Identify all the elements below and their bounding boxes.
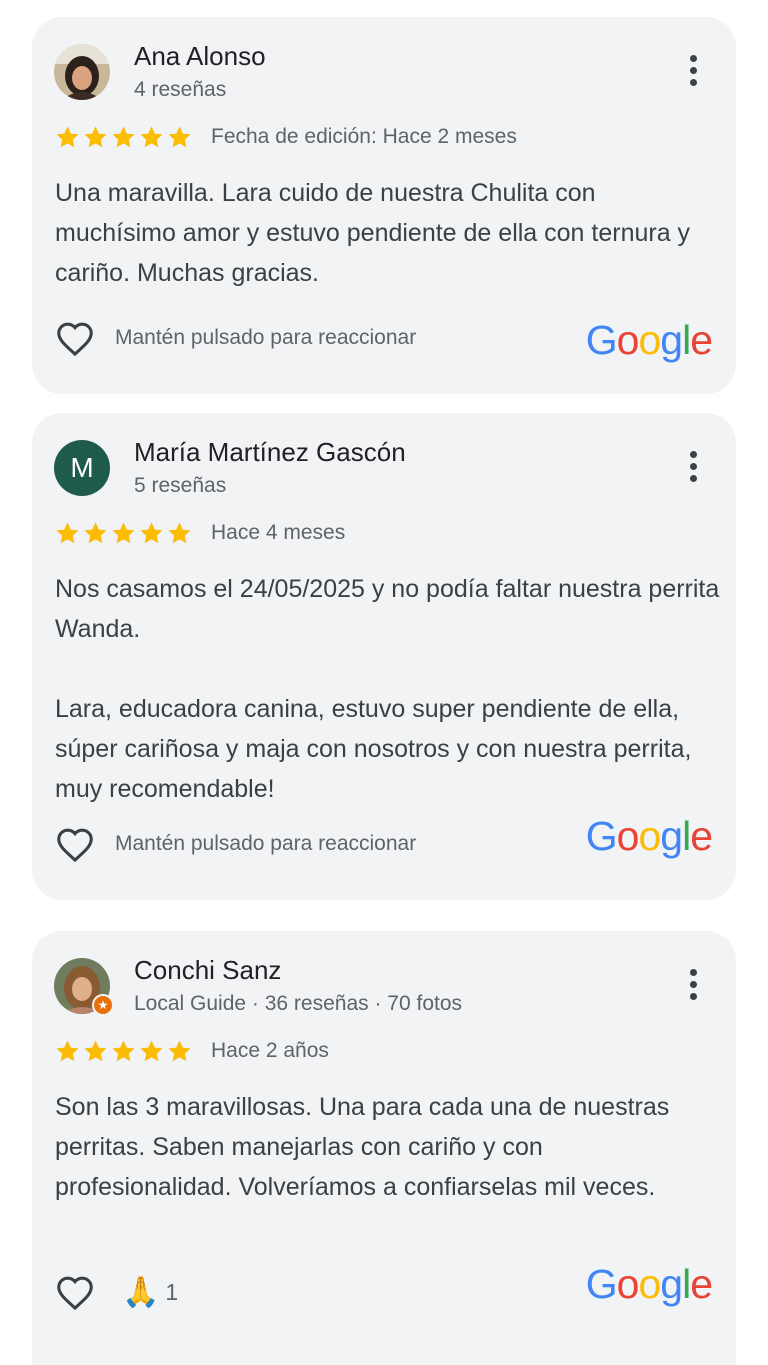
review-text: Una maravilla. Lara cuido de nuestra Chu… [55, 173, 723, 293]
more-vert-icon[interactable] [686, 55, 700, 91]
star-icon [82, 520, 109, 547]
review-date: Fecha de edición: Hace 2 meses [211, 125, 517, 148]
star-icon [166, 1038, 193, 1065]
rating-row: Hace 4 meses [54, 519, 345, 547]
avatar-initial: M [54, 440, 110, 496]
heart-outline-icon[interactable] [54, 319, 96, 357]
reviewer-meta: 4 reseñas [134, 78, 227, 101]
heart-outline-icon[interactable] [54, 825, 96, 863]
rating-row: Hace 2 años [54, 1037, 329, 1065]
reviewer-name[interactable]: Conchi Sanz [134, 955, 281, 986]
more-vert-icon[interactable] [686, 969, 700, 1005]
star-icon [54, 520, 81, 547]
reviewer-photo [54, 44, 110, 100]
review-date: Hace 4 meses [211, 521, 346, 544]
reviewer-meta: 5 reseñas [134, 474, 227, 497]
star-icon [138, 124, 165, 151]
star-icon [110, 124, 137, 151]
rating-row: Fecha de edición: Hace 2 meses [54, 123, 517, 151]
reaction-row[interactable]: Mantén pulsado para reaccionar [54, 825, 416, 863]
heart-outline-icon[interactable] [54, 1273, 96, 1311]
star-rating [54, 1038, 193, 1065]
star-icon [166, 520, 193, 547]
review-paragraph: Son las 3 maravillosas. Una para cada un… [55, 1093, 670, 1201]
review-paragraph: Una maravilla. Lara cuido de nuestra Chu… [55, 179, 691, 287]
local-guide-star-icon: ★ [92, 994, 114, 1016]
star-icon [138, 1038, 165, 1065]
google-logo: Google [585, 317, 713, 363]
reaction-hint: Mantén pulsado para reaccionar [115, 326, 417, 349]
star-rating [54, 124, 193, 151]
review-card: Ana Alonso 4 reseñas Fecha de edición: H… [32, 17, 736, 394]
star-icon [138, 520, 165, 547]
reviewer-meta: Local Guide · 36 reseñas · 70 fotos [134, 992, 463, 1015]
google-logo: Google [585, 1261, 713, 1307]
reaction-row[interactable]: 🙏 1 [54, 1273, 178, 1311]
reviewer-avatar[interactable]: M [54, 440, 110, 496]
star-icon [82, 1038, 109, 1065]
review-paragraph: Lara, educadora canina, estuvo super pen… [55, 695, 692, 803]
reviewer-avatar[interactable]: ★ [54, 958, 114, 1016]
reviewer-avatar[interactable] [54, 44, 110, 100]
review-card: M María Martínez Gascón 5 reseñas Hace 4… [32, 413, 736, 900]
reviewer-name[interactable]: María Martínez Gascón [134, 437, 406, 468]
review-paragraph: Nos casamos el 24/05/2025 y no podía fal… [55, 575, 720, 643]
review-card: ★ Conchi Sanz Local Guide · 36 reseñas ·… [32, 931, 736, 1365]
star-icon [166, 124, 193, 151]
google-logo: Google [585, 813, 713, 859]
star-icon [82, 124, 109, 151]
star-icon [54, 1038, 81, 1065]
star-icon [110, 520, 137, 547]
more-vert-icon[interactable] [686, 451, 700, 487]
reaction-count: 1 [165, 1278, 179, 1305]
star-icon [54, 124, 81, 151]
pray-reaction-icon[interactable]: 🙏 [122, 1275, 159, 1310]
reaction-hint: Mantén pulsado para reaccionar [115, 832, 417, 855]
star-icon [110, 1038, 137, 1065]
review-text: Son las 3 maravillosas. Una para cada un… [55, 1087, 723, 1207]
review-text: Nos casamos el 24/05/2025 y no podía fal… [55, 569, 723, 809]
review-date: Hace 2 años [211, 1039, 329, 1062]
reaction-row[interactable]: Mantén pulsado para reaccionar [54, 319, 416, 357]
reviewer-name[interactable]: Ana Alonso [134, 41, 266, 72]
star-rating [54, 520, 193, 547]
